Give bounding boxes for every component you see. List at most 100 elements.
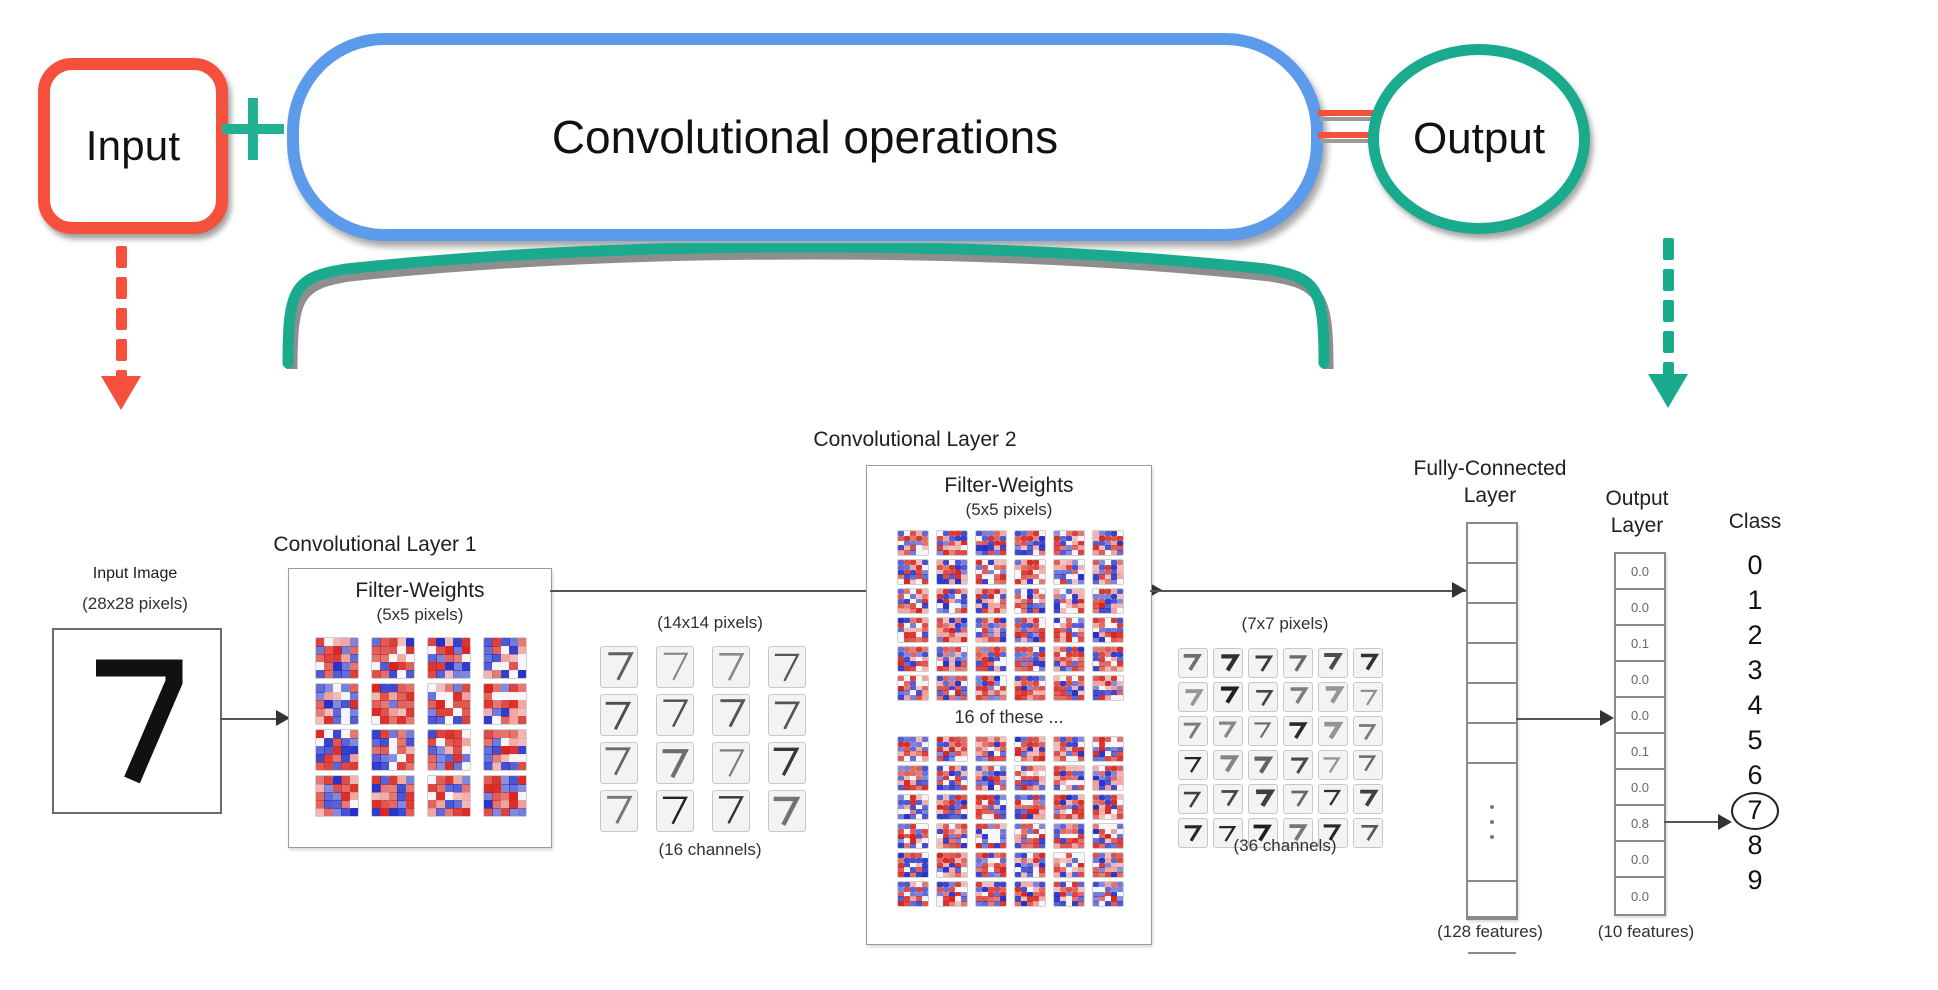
feature-map-tile	[1283, 750, 1313, 780]
filter-weight-tile	[974, 530, 1007, 556]
filter-weight-tile	[1091, 794, 1124, 820]
filter-weight-tile	[896, 530, 929, 556]
feature-map-tile	[1178, 716, 1208, 746]
filter-weight-tile	[1091, 675, 1124, 701]
teal-brace-connector	[282, 243, 1334, 369]
class-label: 2	[1747, 620, 1763, 650]
output-dashed-arrow	[1648, 238, 1688, 426]
class-label: 1	[1747, 585, 1763, 615]
arrow-input-to-conv1-line	[220, 718, 278, 720]
plus-icon	[222, 98, 284, 160]
input-image-canvas	[52, 628, 222, 814]
filter-weight-tile	[1052, 736, 1085, 762]
filter-weight-tile	[371, 729, 415, 771]
feature-map-tile	[1248, 682, 1278, 712]
feature-map-tile	[712, 742, 750, 784]
input-image-title: Input Image	[92, 565, 178, 582]
filter-weight-tile	[974, 823, 1007, 849]
input-image-size: (28x28 pixels)	[82, 594, 188, 613]
fc-ellipsis	[1468, 764, 1516, 882]
filter-weight-tile	[896, 881, 929, 907]
fc-features-label: (128 features)	[1437, 922, 1543, 941]
fc-title-line1: Fully-Connected	[1413, 457, 1567, 480]
filter-weight-tile	[427, 729, 471, 771]
conv2-output-size: (7x7 pixels)	[1241, 614, 1329, 633]
filter-weight-tile	[896, 852, 929, 878]
filter-weight-tile	[1091, 530, 1124, 556]
output-ellipse: Output	[1368, 44, 1590, 234]
conv1-output-grid	[600, 646, 806, 832]
feature-map-tile	[600, 646, 638, 688]
feature-map-tile	[712, 694, 750, 736]
feature-map-tile	[656, 790, 694, 832]
filter-weight-tile	[1052, 794, 1085, 820]
filter-weight-tile	[315, 637, 359, 679]
filter-weight-tile	[1013, 646, 1046, 672]
fully-connected-column	[1466, 522, 1518, 954]
feature-map-tile	[1318, 750, 1348, 780]
feature-map-tile	[1213, 784, 1243, 814]
conv1-title: Convolutional Layer 1	[273, 533, 477, 556]
filter-weight-tile	[1091, 617, 1124, 643]
feature-map-tile	[712, 790, 750, 832]
filter-weight-tile	[935, 794, 968, 820]
feature-map-tile	[1248, 750, 1278, 780]
class-label: 9	[1747, 865, 1763, 895]
filter-weight-tile	[896, 765, 929, 791]
fc-cell	[1468, 564, 1516, 604]
dash-segment	[116, 277, 127, 299]
feature-map-tile	[768, 742, 806, 784]
filter-weight-tile	[1013, 736, 1046, 762]
filter-weight-tile	[1091, 736, 1124, 762]
conv2-panel-title: Filter-Weights	[944, 474, 1074, 497]
filter-weight-tile	[935, 675, 968, 701]
fc-cell	[1468, 954, 1516, 990]
output-layer-title-line2: Layer	[1610, 514, 1664, 537]
filter-weight-tile	[935, 588, 968, 614]
output-layer-cell: 0.0	[1616, 662, 1664, 698]
filter-weight-tile	[315, 729, 359, 771]
feature-map-tile	[600, 790, 638, 832]
predicted-class-badge: 7	[1731, 791, 1779, 830]
filter-weight-tile	[935, 617, 968, 643]
dash-segment	[1663, 269, 1674, 291]
filter-weight-tile	[1013, 852, 1046, 878]
conv2-panel-subtitle: (5x5 pixels)	[965, 500, 1053, 519]
output-label: Output	[1412, 114, 1546, 163]
conv1-output-size: (14x14 pixels)	[657, 613, 763, 632]
filter-weight-tile	[1013, 675, 1046, 701]
filter-weight-tile	[974, 559, 1007, 585]
feature-map-tile	[1283, 682, 1313, 712]
output-layer-cell: 0.0	[1630, 888, 1650, 904]
filter-weight-tile	[1013, 881, 1046, 907]
filter-weight-tile	[1091, 881, 1124, 907]
filter-weight-tile	[371, 683, 415, 725]
filter-weight-tile	[896, 736, 929, 762]
feature-map-tile	[1178, 750, 1208, 780]
filter-weight-tile	[1091, 559, 1124, 585]
filter-weight-tile	[1013, 559, 1046, 585]
conv2-filter-grid-top	[867, 530, 1151, 701]
conv1-panel-subtitle: (5x5 pixels)	[376, 605, 464, 624]
input-dashed-arrow	[101, 246, 141, 426]
dash-segment	[116, 246, 127, 268]
filter-weight-tile	[935, 646, 968, 672]
feature-map-tile	[1353, 682, 1383, 712]
feature-map-tile	[1318, 682, 1348, 712]
filter-weight-tile	[483, 683, 527, 725]
feature-map-tile	[1283, 716, 1313, 746]
filter-weight-tile	[935, 559, 968, 585]
filter-weight-tile	[974, 646, 1007, 672]
filter-weight-tile	[1052, 617, 1085, 643]
feature-map-tile	[1178, 648, 1208, 678]
feature-map-tile	[1248, 648, 1278, 678]
filter-weight-tile	[974, 617, 1007, 643]
output-layer-cell: 0.0	[1616, 770, 1664, 806]
class-label: 3	[1747, 655, 1763, 685]
dash-segment	[116, 308, 127, 330]
filter-weight-tile	[896, 823, 929, 849]
conv2-filter-grid-bottom	[867, 736, 1151, 907]
filter-weight-tile	[1091, 852, 1124, 878]
feature-map-tile	[1213, 716, 1243, 746]
output-layer-cell: 0.0	[1616, 554, 1664, 590]
